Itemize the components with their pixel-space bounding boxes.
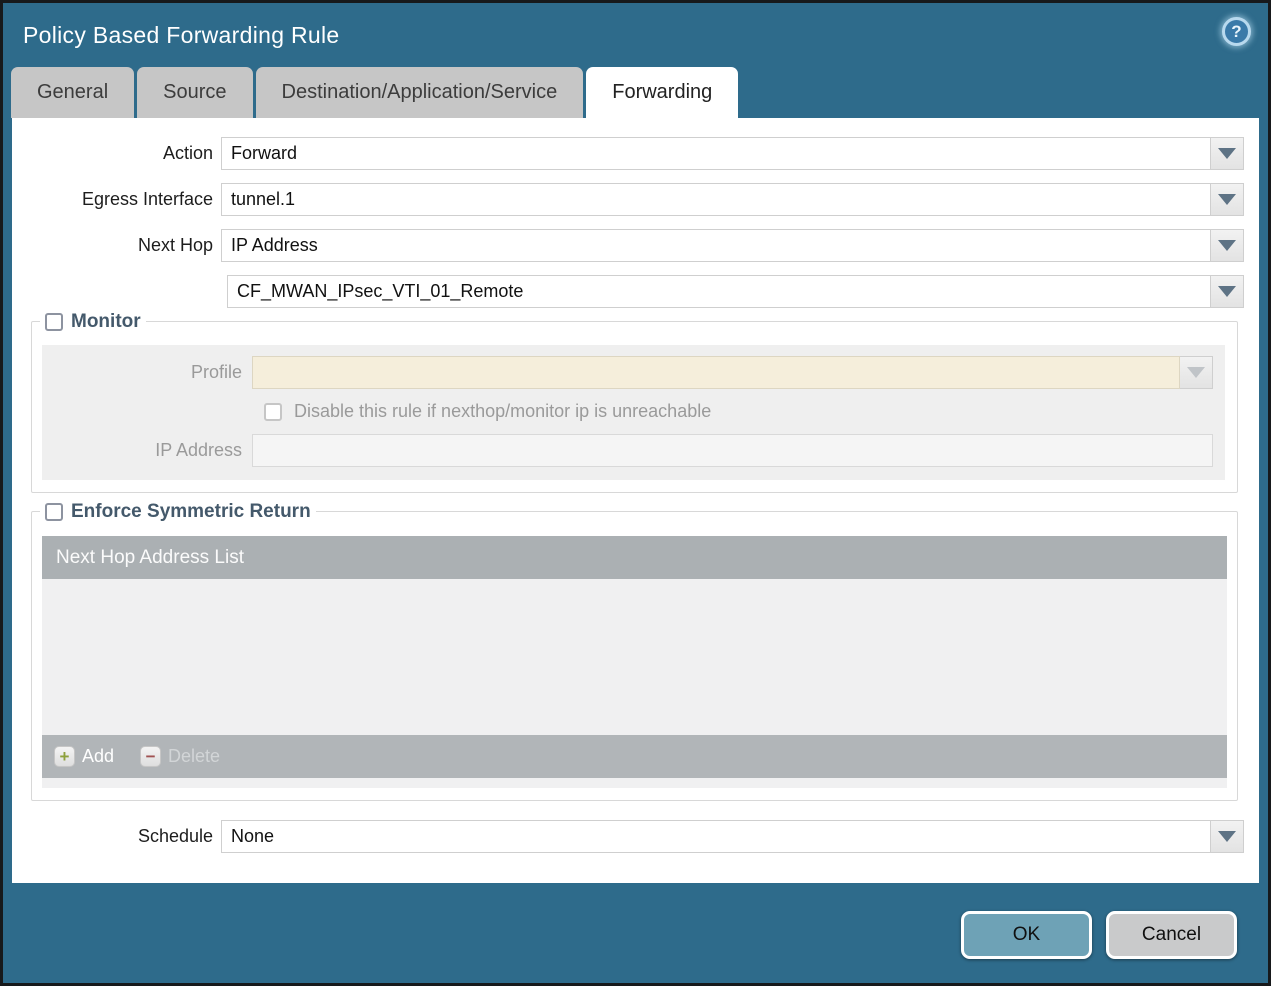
schedule-label: Schedule	[137, 826, 213, 846]
tab-general[interactable]: General	[11, 67, 135, 118]
action-label: Action	[162, 143, 213, 163]
add-button[interactable]: + Add	[54, 746, 114, 767]
next-hop-select[interactable]: IP Address	[221, 229, 1211, 262]
next-hop-address-list-toolbar: + Add − Delete	[42, 735, 1227, 778]
monitor-legend: Monitor	[40, 311, 146, 333]
cancel-button[interactable]: Cancel	[1106, 911, 1237, 959]
monitor-group: Monitor Profile Disable this rule if nex…	[31, 311, 1238, 493]
chevron-down-icon	[1218, 194, 1236, 205]
action-dropdown-button[interactable]	[1211, 137, 1244, 170]
next-hop-address-list-table: Next Hop Address List + Add − Delete	[42, 536, 1227, 778]
profile-select	[252, 356, 1180, 389]
tab-source[interactable]: Source	[137, 67, 253, 118]
plus-icon: +	[54, 746, 75, 767]
next-hop-label: Next Hop	[137, 235, 213, 255]
schedule-select[interactable]: None	[221, 820, 1211, 853]
monitor-checkbox[interactable]	[45, 313, 63, 331]
next-hop-dropdown-button[interactable]	[1211, 229, 1244, 262]
chevron-down-icon	[1218, 240, 1236, 251]
delete-button-label: Delete	[168, 746, 221, 766]
dialog-footer: OK Cancel	[3, 883, 1268, 983]
egress-interface-select[interactable]: tunnel.1	[221, 183, 1211, 216]
enforce-symmetric-return-checkbox[interactable]	[45, 503, 63, 521]
tab-forwarding[interactable]: Forwarding	[586, 67, 739, 118]
profile-label: Profile	[190, 362, 242, 382]
egress-interface-label: Egress Interface	[81, 189, 213, 209]
next-hop-address-row: CF_MWAN_IPsec_VTI_01_Remote	[12, 275, 1259, 308]
table-bottom-strip	[42, 778, 1227, 788]
dialog-title: Policy Based Forwarding Rule	[23, 21, 340, 48]
chevron-down-icon	[1218, 831, 1236, 842]
next-hop-row: Next Hop IP Address	[12, 229, 1259, 262]
chevron-down-icon	[1218, 286, 1236, 297]
add-button-label: Add	[82, 746, 115, 766]
schedule-row: Schedule None	[12, 820, 1259, 853]
monitor-panel: Profile Disable this rule if nexthop/mon…	[42, 345, 1225, 480]
egress-interface-dropdown-button[interactable]	[1211, 183, 1244, 216]
minus-icon: −	[140, 746, 162, 767]
enforce-symmetric-return-legend-label: Enforce Symmetric Return	[71, 501, 311, 522]
disable-rule-label: Disable this rule if nexthop/monitor ip …	[294, 401, 712, 421]
disable-rule-row: Disable this rule if nexthop/monitor ip …	[264, 401, 1225, 422]
policy-based-forwarding-dialog: Policy Based Forwarding Rule ? General S…	[0, 0, 1271, 986]
next-hop-address-list-body[interactable]	[42, 579, 1227, 735]
next-hop-address-select[interactable]: CF_MWAN_IPsec_VTI_01_Remote	[227, 275, 1211, 308]
chevron-down-icon	[1187, 367, 1205, 378]
monitor-legend-label: Monitor	[71, 311, 141, 332]
delete-button: − Delete	[140, 746, 220, 767]
enforce-symmetric-return-legend: Enforce Symmetric Return	[40, 501, 316, 523]
disable-rule-checkbox	[264, 402, 282, 421]
monitor-ip-address-input	[252, 434, 1213, 467]
next-hop-address-dropdown-button[interactable]	[1211, 275, 1244, 308]
profile-row: Profile	[42, 356, 1225, 389]
egress-interface-row: Egress Interface tunnel.1	[12, 183, 1259, 216]
profile-dropdown-button	[1180, 356, 1213, 389]
schedule-dropdown-button[interactable]	[1211, 820, 1244, 853]
tab-content-forwarding: Action Forward Egress Interface tunnel.1…	[12, 118, 1259, 883]
next-hop-address-list-header: Next Hop Address List	[42, 536, 1227, 579]
monitor-ip-address-row: IP Address	[42, 434, 1225, 467]
dialog-titlebar: Policy Based Forwarding Rule ?	[3, 3, 1268, 67]
chevron-down-icon	[1218, 148, 1236, 159]
help-icon[interactable]: ?	[1222, 17, 1251, 46]
action-select[interactable]: Forward	[221, 137, 1211, 170]
action-row: Action Forward	[12, 137, 1259, 170]
ok-button[interactable]: OK	[961, 911, 1092, 959]
tab-destination-application-service[interactable]: Destination/Application/Service	[255, 67, 584, 118]
enforce-symmetric-return-group: Enforce Symmetric Return Next Hop Addres…	[31, 501, 1238, 801]
monitor-ip-address-label: IP Address	[155, 440, 242, 460]
tab-strip: General Source Destination/Application/S…	[3, 67, 1268, 118]
